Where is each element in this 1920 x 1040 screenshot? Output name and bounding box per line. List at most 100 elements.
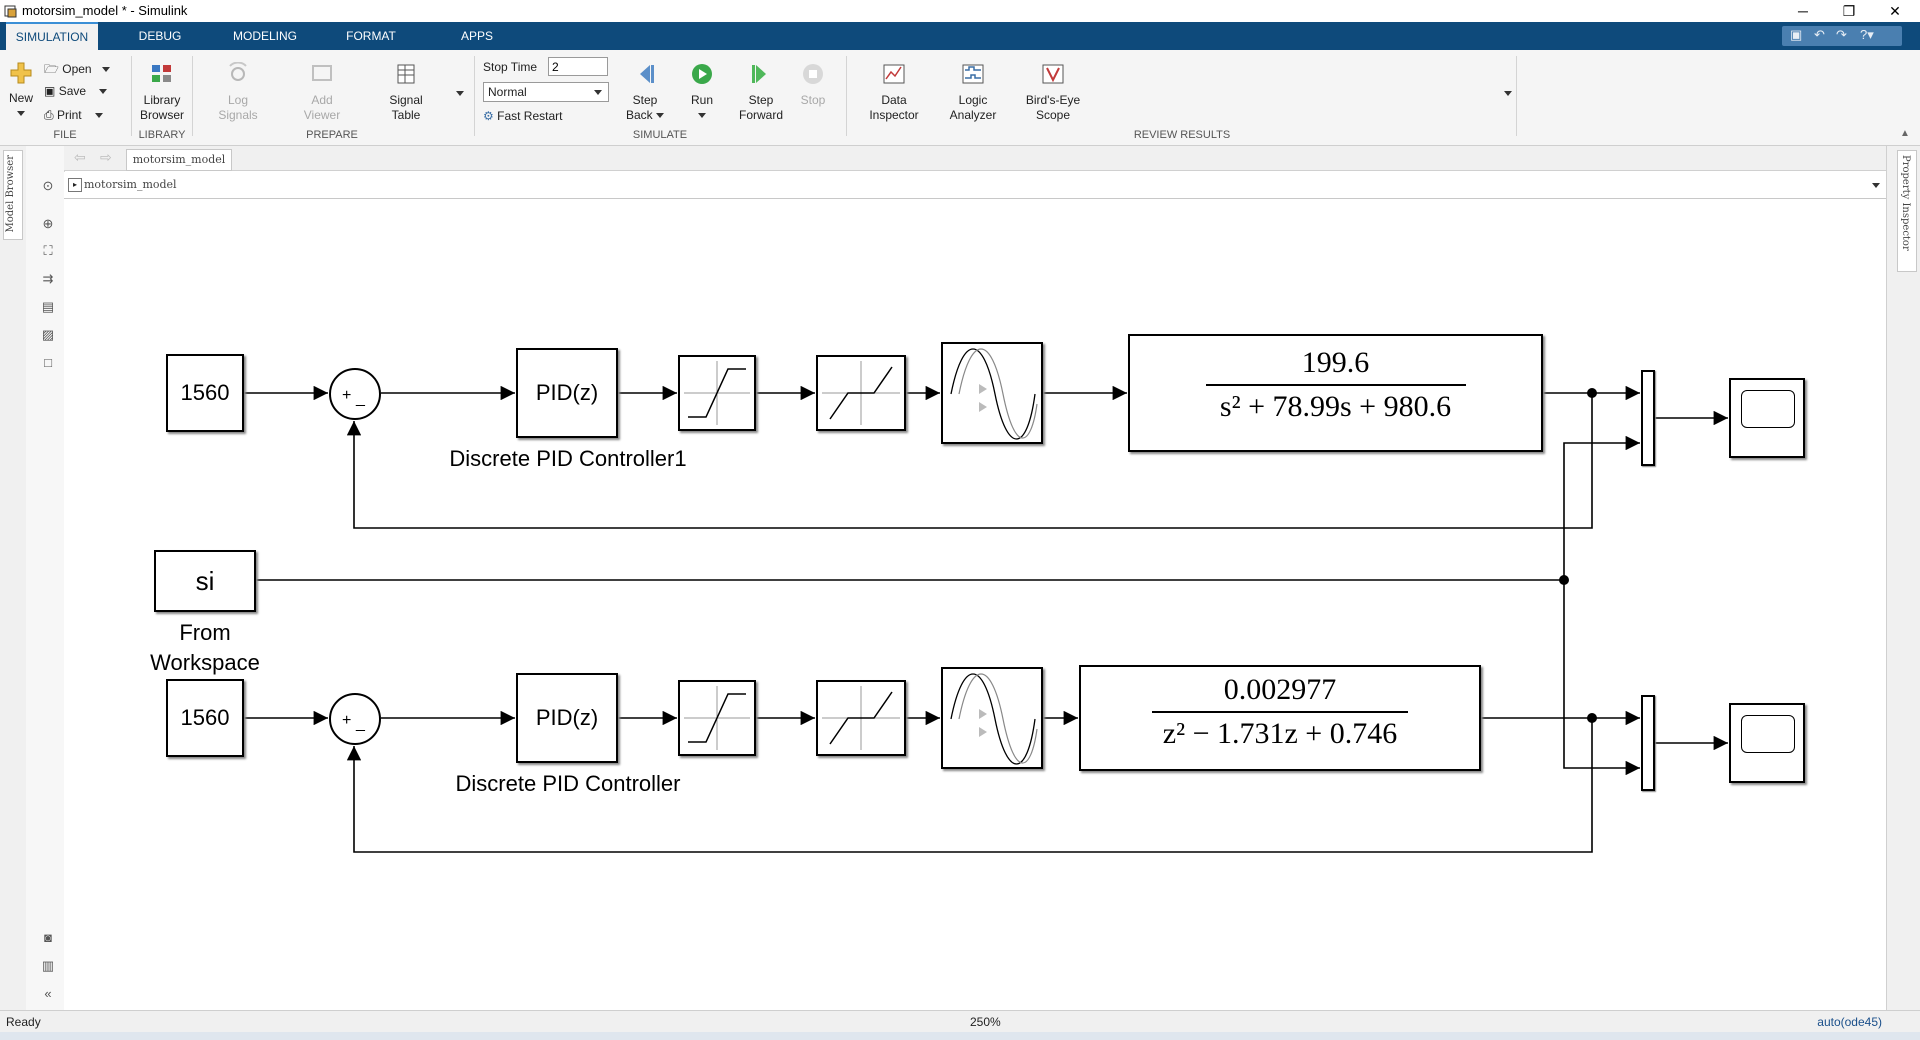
scope-block-top[interactable]	[1729, 378, 1805, 458]
open-dropdown-icon[interactable]	[101, 67, 110, 73]
library-label-2: Browser	[139, 108, 184, 122]
backlash-icon	[950, 348, 1038, 440]
run-button[interactable]: Run	[684, 62, 720, 123]
tab-simulation[interactable]: SIMULATION	[6, 22, 98, 50]
saturation-block-top[interactable]	[678, 355, 756, 431]
dead-zone-block-bottom[interactable]	[816, 680, 906, 756]
run-label: Run	[690, 93, 713, 107]
property-inspector-tab[interactable]: Property Inspector	[1897, 150, 1917, 272]
model-browser-tab[interactable]: Model Browser	[3, 150, 23, 240]
pid-label-bottom: Discrete PID Controller	[455, 771, 681, 796]
collapse-ribbon-icon[interactable]: ▲	[1900, 128, 1910, 139]
tab-debug[interactable]: DEBUG	[130, 22, 190, 50]
data-inspector-label-1: Data	[881, 93, 907, 107]
fit-to-view-icon[interactable]: ⛶	[40, 243, 56, 259]
zoom-icon[interactable]: ⊕	[40, 216, 56, 232]
discrete-transfer-fcn-block[interactable]: 0.002977 z² − 1.731z + 0.746	[1079, 665, 1481, 771]
stop-label: Stop	[800, 93, 826, 107]
area-icon[interactable]: □	[40, 355, 56, 371]
simulation-mode-select[interactable]: Normal	[483, 82, 609, 102]
add-viewer-button[interactable]: Add Viewer	[294, 62, 350, 123]
new-icon	[10, 62, 32, 84]
backlash-block-top[interactable]	[941, 342, 1043, 444]
stop-time-label: Stop Time	[483, 60, 538, 74]
hide-explorer-icon[interactable]: ⊙	[40, 178, 56, 194]
transfer-fcn-bottom: 0.002977 z² − 1.731z + 0.746	[1081, 673, 1479, 751]
sum-plus-sign: +	[342, 712, 351, 729]
scope-block-bottom[interactable]	[1729, 703, 1805, 783]
image-icon[interactable]: ▨	[40, 327, 56, 343]
log-label-1: Log	[227, 93, 249, 107]
run-dropdown-icon[interactable]	[698, 113, 706, 119]
stop-time-input[interactable]	[548, 57, 608, 76]
screenshot-icon[interactable]: ◙	[40, 930, 56, 946]
birds-eye-scope-button[interactable]: Bird's-Eye Scope	[1022, 62, 1084, 123]
log-signals-button[interactable]: Log Signals	[210, 61, 266, 123]
open-icon: 🗁	[44, 62, 59, 76]
data-inspector-button[interactable]: Data Inspector	[866, 62, 922, 123]
fast-restart-button[interactable]: ⚙ Fast Restart	[483, 109, 562, 123]
dead-zone-block-top[interactable]	[816, 355, 906, 431]
new-button[interactable]: New	[6, 60, 36, 121]
tab-modeling[interactable]: MODELING	[228, 22, 302, 50]
close-button[interactable]: ✕	[1872, 0, 1918, 22]
group-separator	[474, 56, 475, 136]
model-info-icon[interactable]: ▥	[40, 958, 56, 974]
tab-format[interactable]: FORMAT	[340, 22, 402, 50]
step-back-dropdown-icon[interactable]	[656, 113, 665, 119]
sum-block-bottom[interactable]: + _	[328, 692, 382, 746]
mux-block-bottom[interactable]	[1641, 695, 1655, 791]
redo-icon[interactable]: ↷	[1836, 27, 1847, 43]
logic-analyzer-icon	[962, 64, 984, 84]
back-arrow-icon[interactable]: ⇦	[74, 149, 86, 166]
review-gallery-expand[interactable]	[1504, 86, 1512, 100]
annotation-icon[interactable]: ▤	[40, 299, 56, 315]
stop-button[interactable]: Stop	[796, 62, 830, 108]
fraction-bar	[1205, 384, 1466, 386]
tab-apps[interactable]: APPS	[452, 22, 502, 50]
quick-access-toolbar: ▣ ↶ ↷ ?▾	[1782, 26, 1902, 46]
status-bar: Ready 250% auto(ode45)	[0, 1010, 1920, 1033]
step-forward-button[interactable]: Step Forward	[736, 62, 786, 123]
undo-icon[interactable]: ↶	[1814, 27, 1825, 43]
sum-block-top[interactable]: + _	[328, 367, 382, 421]
signal-arrow-icon[interactable]: ⇉	[40, 271, 56, 287]
zoom-level[interactable]: 250%	[970, 1015, 1001, 1029]
solver-link[interactable]: auto(ode45)	[1817, 1015, 1882, 1029]
mux-block-top[interactable]	[1641, 370, 1655, 466]
pid-block-bottom[interactable]: PID(z)	[516, 673, 618, 763]
open-button[interactable]: 🗁 Open	[44, 60, 110, 81]
restore-button[interactable]: ❐	[1826, 0, 1872, 22]
logic-analyzer-button[interactable]: Logic Analyzer	[944, 62, 1002, 123]
fast-restart-label: Fast Restart	[497, 109, 563, 123]
help-icon[interactable]: ?▾	[1860, 27, 1874, 43]
transfer-fcn-block-top[interactable]: 199.6 s² + 78.99s + 980.6	[1128, 334, 1543, 452]
pid-block-top[interactable]: PID(z)	[516, 348, 618, 438]
print-button[interactable]: ⎙ Print	[44, 108, 103, 123]
prepare-gallery-expand[interactable]	[456, 86, 464, 100]
breadcrumb-tab[interactable]: motorsim_model	[126, 149, 232, 171]
saturation-block-bottom[interactable]	[678, 680, 756, 756]
new-dropdown-icon[interactable]	[17, 111, 25, 117]
signal-table-button[interactable]: Signal Table	[378, 62, 434, 123]
model-canvas[interactable]	[64, 199, 1886, 1010]
library-browser-button[interactable]: Library Browser	[134, 62, 190, 123]
library-label-1: Library	[143, 93, 181, 107]
constant-block-top[interactable]: 1560	[166, 354, 244, 432]
save-button[interactable]: ▣ Save	[44, 84, 108, 98]
step-back-button[interactable]: Step Back	[624, 62, 666, 123]
minimize-button[interactable]: ─	[1780, 0, 1826, 22]
constant-block-bottom[interactable]: 1560	[166, 679, 244, 757]
taskbar-edge	[0, 1032, 1920, 1040]
window-title: motorsim_model * - Simulink	[22, 3, 188, 18]
forward-arrow-icon[interactable]: ⇨	[100, 149, 112, 166]
save-dropdown-icon[interactable]	[99, 89, 108, 95]
address-dropdown-icon[interactable]	[1872, 178, 1880, 192]
fraction-bar	[1152, 711, 1408, 713]
save-icon[interactable]: ▣	[1790, 27, 1802, 43]
fast-restart-icon: ⚙	[483, 109, 494, 123]
backlash-block-bottom[interactable]	[941, 667, 1043, 769]
print-dropdown-icon[interactable]	[94, 113, 103, 119]
from-workspace-block[interactable]: si	[154, 550, 256, 612]
collapse-panel-icon[interactable]: «	[40, 986, 56, 1002]
